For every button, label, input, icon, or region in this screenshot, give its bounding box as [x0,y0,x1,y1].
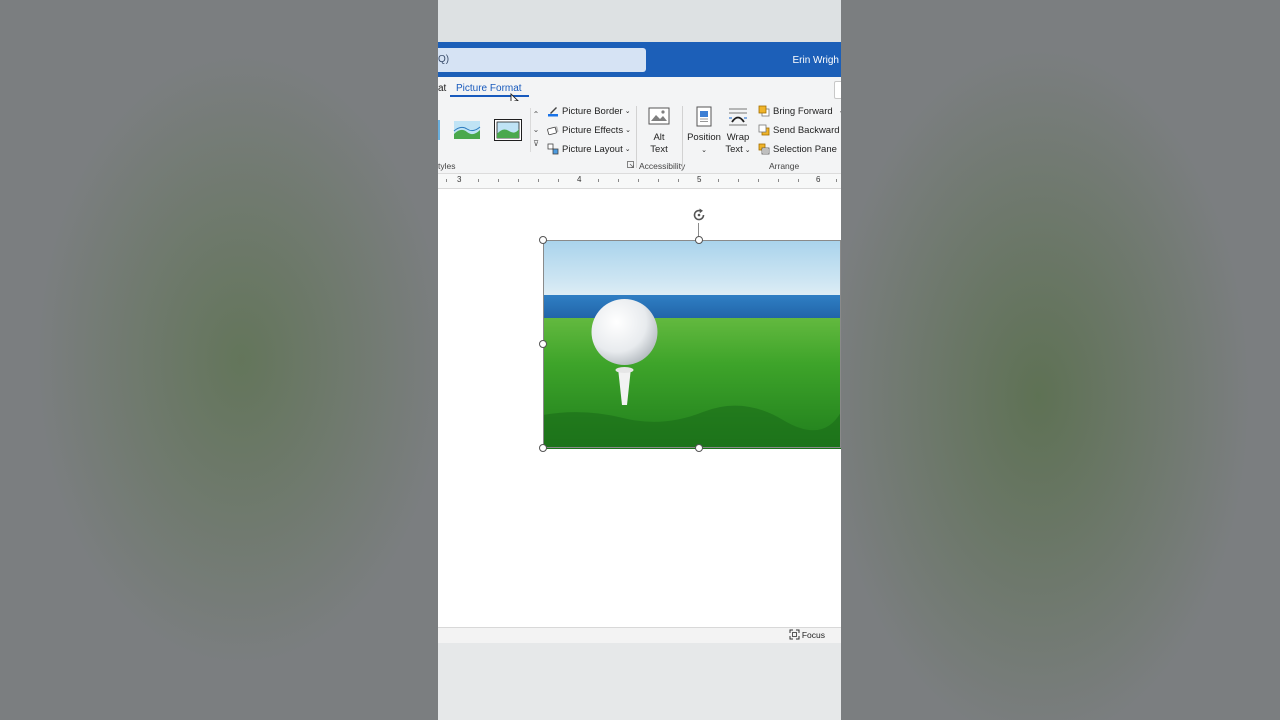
gallery-more-icon[interactable]: ⊽ [531,139,541,149]
chevron-down-icon: ⌄ [701,147,707,154]
picture-effects-icon [547,126,559,136]
wrap-text-icon [729,108,747,126]
selection-pane-label: Selection Pane [773,143,837,155]
top-margin [438,0,841,42]
selection-pane-icon [758,143,770,155]
position-button[interactable]: Position ⌄ [687,106,721,157]
search-text: Q) [438,54,450,65]
ruler-number: 4 [577,175,582,184]
alt-text-icon [648,107,670,125]
alt-text-label-2: Text [650,144,668,155]
focus-button[interactable]: Focus [789,629,825,640]
ruler-tick [478,179,479,182]
ribbon-option-button[interactable] [834,81,841,99]
chevron-down-icon: ⌄ [624,146,631,153]
gallery-scroll: ⌃ ⌄ ⊽ [530,108,541,152]
rotate-handle-icon[interactable] [691,207,707,223]
position-icon [696,106,712,127]
group-divider [636,106,637,168]
group-label-arrange: Arrange [769,161,800,171]
ruler-tick [738,179,739,182]
bottom-area [438,643,841,720]
ruler-tick [658,179,659,182]
wrap-text-label-2: Text [725,144,743,155]
group-divider [682,106,683,168]
ruler-tick [558,179,559,182]
gallery-up-icon[interactable]: ⌃ [531,110,541,120]
ruler-tick [538,179,539,182]
ruler-number: 5 [697,175,702,184]
picture-border-label: Picture Border [562,105,623,117]
picture-effects-button[interactable]: Picture Effects ⌄ [547,124,631,136]
picture-layout-button[interactable]: Picture Layout ⌄ [547,143,631,155]
ruler-tick [718,179,719,182]
golf-ball-image [543,240,841,449]
style-thumbnail-2[interactable] [453,119,481,141]
ruler-tick [498,179,499,182]
focus-icon [789,629,800,640]
tab-format-partial[interactable]: at [438,83,446,94]
resize-handle-bottom-left[interactable] [539,444,547,452]
ruler-tick [518,179,519,182]
position-label: Position [687,132,721,143]
picture-border-button[interactable]: Picture Border ⌄ [547,105,631,117]
bring-forward-button[interactable]: Bring Forward ⌄ [758,105,841,117]
group-label-accessibility: Accessibility [639,161,686,171]
chevron-down-icon: ⌄ [624,108,631,115]
ruler-tick [638,179,639,182]
wrap-text-button[interactable]: Wrap Text ⌄ [722,106,754,157]
ruler-tick [798,179,799,182]
ruler-tick [778,179,779,182]
resize-handle-bottom[interactable] [695,444,703,452]
ruler-number: 3 [457,175,462,184]
title-bar: Q) Erin Wrigh [438,42,841,77]
style-thumbnail-3[interactable] [494,119,522,141]
alt-text-button[interactable]: Alt Text [642,106,676,156]
picture-effects-label: Picture Effects [562,124,624,136]
user-name[interactable]: Erin Wrigh [793,55,840,66]
ruler-tick [446,179,447,182]
chevron-down-icon: ⌄ [625,127,631,134]
picture-layout-label: Picture Layout [562,143,623,155]
search-box[interactable]: Q) [438,48,646,72]
ruler-tick [758,179,759,182]
ruler-tick [598,179,599,182]
bring-forward-icon [758,105,770,117]
ruler-tick [618,179,619,182]
chevron-down-icon: ⌄ [839,107,841,115]
picture-border-icon [548,107,558,117]
focus-label: Focus [801,629,825,640]
dialog-launcher-icon[interactable] [627,161,635,169]
status-bar: Focus [438,627,841,643]
chevron-down-icon: ⌄ [742,147,751,154]
ruler-number: 6 [816,175,821,184]
horizontal-ruler: 3 4 5 6 [438,174,841,189]
ribbon-tabs: at Picture Format [438,77,841,101]
send-backward-label: Send Backward [773,124,840,136]
bring-forward-label: Bring Forward [773,105,833,117]
send-backward-icon [758,124,770,136]
golf-ball-picture[interactable] [543,240,841,449]
background-left [0,0,438,720]
picture-layout-icon [547,143,559,155]
wrap-text-label-1: Wrap [726,132,750,143]
picture-styles-gallery [438,115,541,151]
word-window: Q) Erin Wrigh at Picture Format ⌃ ⌄ ⊽ ty [438,0,841,720]
resize-handle-left[interactable] [539,340,547,348]
resize-handle-top[interactable] [695,236,703,244]
alt-text-label-1: Alt [653,132,665,143]
resize-handle-top-left[interactable] [539,236,547,244]
send-backward-button[interactable]: Send Backward [758,124,840,136]
background-right [841,0,1280,720]
ruler-tick [678,179,679,182]
gallery-down-icon[interactable]: ⌄ [531,125,541,135]
group-label-picture-styles: tyles [438,161,456,171]
ruler-tick [836,179,837,182]
selection-pane-button[interactable]: Selection Pane [758,143,837,155]
